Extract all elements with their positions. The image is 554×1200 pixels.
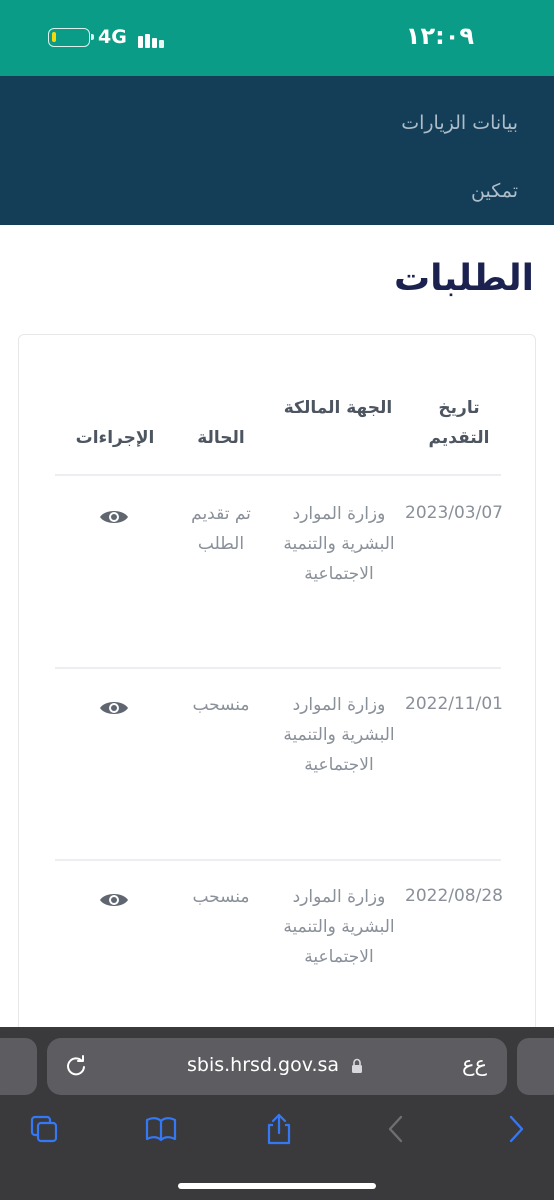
reload-icon[interactable] [65,1055,87,1077]
cell-date: 2022/08/28 [405,886,503,906]
cell-status: تم تقديم الطلب [191,504,251,554]
site-nav: بيانات الزيارات تمكين [0,76,554,225]
clock-time: ١٢:٠٩ [405,22,474,50]
status-bar: 4G ١٢:٠٩ [0,0,554,76]
reader-mode-button[interactable]: ﻉﻉ [462,1052,487,1076]
column-header-owner: الجهة المالكة [283,398,393,418]
cell-owner: وزارة الموارد البشرية والتنمية الاجتماعي… [283,887,395,967]
share-icon[interactable] [262,1112,296,1146]
cell-date: 2022/11/01 [405,694,503,714]
nav-item-visits-data[interactable]: بيانات الزيارات [401,112,518,134]
back-icon[interactable] [380,1112,414,1146]
cell-date: 2023/03/07 [405,503,503,523]
row-divider [55,667,501,669]
nav-item-tamkeen[interactable]: تمكين [471,180,518,202]
previous-tab-preview[interactable] [0,1038,37,1095]
tabs-icon[interactable] [27,1112,61,1146]
forward-icon[interactable] [498,1112,532,1146]
cell-status: منسحب [192,887,250,907]
bookmarks-icon[interactable] [144,1112,178,1146]
eye-icon[interactable] [99,890,129,910]
column-header-date: تاريخ التقديم [428,398,490,448]
cell-owner: وزارة الموارد البشرية والتنمية الاجتماعي… [283,695,395,775]
signal-icon [138,30,164,48]
browser-toolbar: sbis.hrsd.gov.sa ﻉﻉ [0,1027,554,1200]
page-title: الطلبات [393,258,534,299]
cell-owner: وزارة الموارد البشرية والتنمية الاجتماعي… [283,504,395,584]
address-bar[interactable]: sbis.hrsd.gov.sa ﻉﻉ [47,1038,507,1095]
url-text[interactable]: sbis.hrsd.gov.sa [187,1054,339,1076]
eye-icon[interactable] [99,698,129,718]
row-divider [55,474,501,476]
requests-table: تاريخ التقديم الجهة المالكة الحالة الإجر… [18,334,536,1034]
battery-icon [48,28,94,47]
cell-status: منسحب [192,695,250,715]
next-tab-preview[interactable] [517,1038,554,1095]
column-header-actions: الإجراءات [75,428,155,448]
battery-level [52,32,56,42]
home-indicator[interactable] [178,1183,376,1189]
row-divider [55,859,501,861]
column-header-status: الحالة [197,428,245,448]
eye-icon[interactable] [99,507,129,527]
lock-icon [352,1058,362,1073]
network-type: 4G [98,26,127,48]
